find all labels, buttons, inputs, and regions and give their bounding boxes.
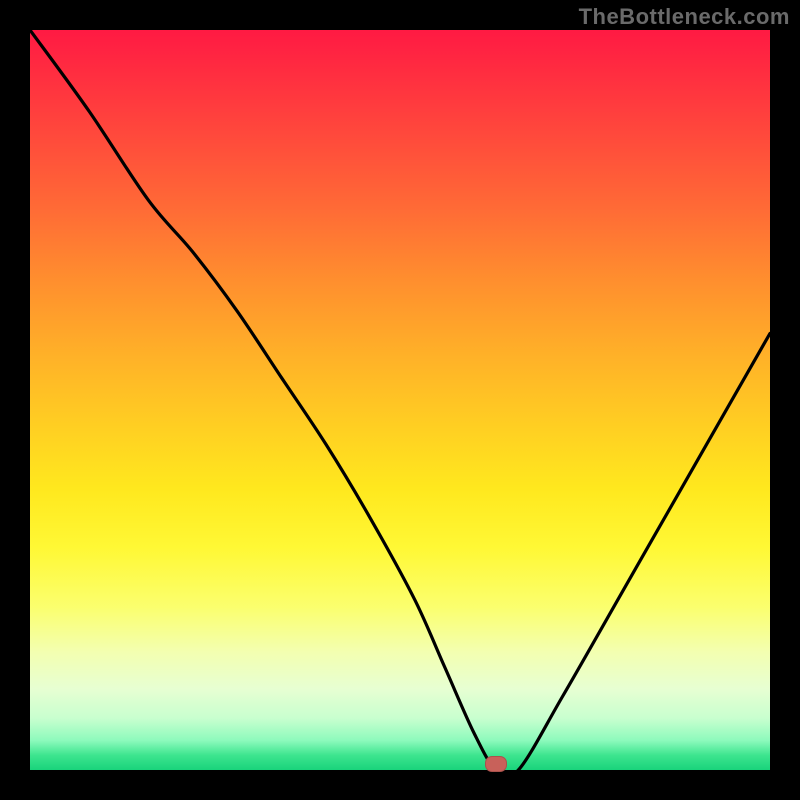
chart-container: TheBottleneck.com	[0, 0, 800, 800]
watermark-text: TheBottleneck.com	[579, 4, 790, 30]
bottleneck-curve	[30, 30, 770, 770]
plot-area	[30, 30, 770, 770]
optimum-marker	[485, 756, 507, 772]
